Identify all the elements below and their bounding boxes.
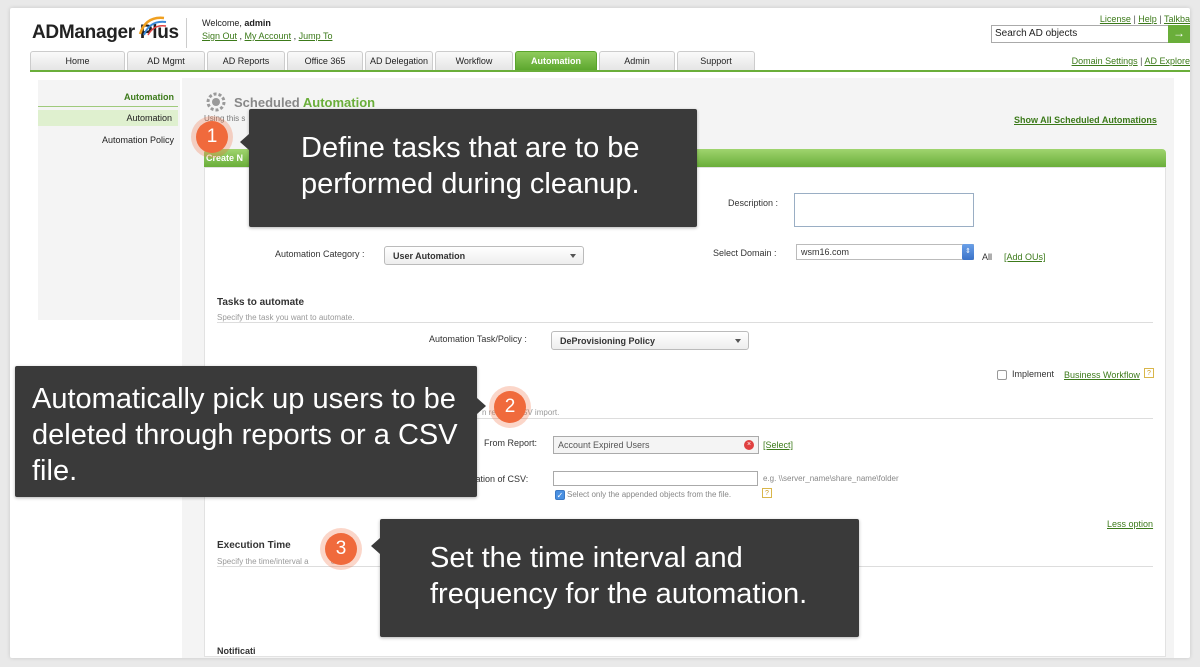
description-label: Description :: [728, 198, 779, 208]
license-link[interactable]: License: [1100, 14, 1131, 24]
section-header-text: Create N: [206, 153, 244, 163]
sidebar: Automation Automation Automation Policy: [38, 80, 180, 320]
tab-ad-reports[interactable]: AD Reports: [207, 51, 285, 71]
description-field[interactable]: [794, 193, 974, 227]
notification-title: Notificati: [217, 646, 256, 656]
domain-select[interactable]: wsm16.com ⇕: [796, 244, 974, 260]
callout-text: Automatically pick up users to be delete…: [32, 383, 458, 487]
tasks-title: Tasks to automate: [217, 297, 305, 308]
logo-swoosh-icon: [138, 16, 167, 36]
search-input[interactable]: Search AD objects: [991, 25, 1169, 43]
category-label: Automation Category :: [275, 249, 365, 259]
tab-automation[interactable]: Automation: [515, 51, 597, 71]
from-report-label: From Report:: [484, 438, 538, 448]
callout-pointer: [240, 134, 249, 150]
callout-pointer: [371, 538, 380, 554]
top-links: License | Help | Talkba: [1099, 14, 1190, 24]
gear-icon: [206, 92, 226, 112]
execution-time-subtitle: Specify the time/interval a e ta: [217, 557, 344, 566]
appended-objects-label: Select only the appended objects from th…: [567, 490, 732, 499]
divider: [217, 322, 1153, 323]
user-links: Sign Out , My Account , Jump To: [202, 31, 333, 41]
tab-home[interactable]: Home: [30, 51, 125, 71]
task-policy-select[interactable]: DeProvisioning Policy: [551, 331, 749, 350]
task-policy-label: Automation Task/Policy :: [429, 334, 527, 344]
business-workflow-link[interactable]: Business Workflow: [1064, 370, 1140, 380]
callout-text: Set the time interval and frequency for …: [430, 542, 808, 610]
sign-out-link[interactable]: Sign Out: [202, 31, 237, 41]
category-select[interactable]: User Automation: [384, 246, 584, 265]
implement-workflow-checkbox[interactable]: [997, 370, 1007, 380]
clear-icon[interactable]: ×: [744, 440, 754, 450]
callout-execution-time: Set the time interval and frequency for …: [371, 519, 859, 637]
execution-time-title: Execution Time: [217, 540, 291, 551]
tab-ad-delegation[interactable]: AD Delegation: [365, 51, 433, 71]
callout-define-tasks: Define tasks that are to be performed du…: [240, 109, 697, 227]
help-icon[interactable]: ?: [762, 488, 772, 498]
add-ous-link[interactable]: [Add OUs]: [1004, 252, 1046, 262]
sidebar-heading: Automation: [124, 92, 174, 102]
callout-pointer: [477, 398, 486, 414]
sidebar-item-automation-policy[interactable]: Automation Policy: [102, 135, 174, 145]
appended-objects-checkbox[interactable]: ✓: [555, 490, 565, 500]
implement-label: Implement: [1012, 369, 1055, 379]
less-option-link[interactable]: Less option: [1107, 519, 1153, 529]
nav-underline: [30, 70, 1190, 72]
page-title: Scheduled Automation: [234, 95, 376, 110]
username: admin: [244, 18, 271, 28]
callout-pick-up-users: Automatically pick up users to be delete…: [15, 366, 486, 497]
help-icon[interactable]: ?: [1144, 368, 1154, 378]
welcome-text: Welcome, admin: [202, 18, 271, 28]
header-divider: [186, 18, 187, 48]
callout-badge: 1: [196, 121, 228, 153]
domain-all-text: All: [982, 252, 993, 262]
report-input[interactable]: Account Expired Users ×: [553, 436, 759, 454]
domain-settings-link[interactable]: Domain Settings: [1072, 56, 1138, 66]
tab-support[interactable]: Support: [677, 51, 755, 71]
jump-to-link[interactable]: Jump To: [299, 31, 333, 41]
tab-ad-mgmt[interactable]: AD Mgmt: [127, 51, 205, 71]
select-report-link[interactable]: [Select]: [763, 440, 793, 450]
chevron-down-icon: [735, 339, 741, 343]
chevron-down-icon: [570, 254, 576, 258]
search-go-icon[interactable]: →: [1168, 25, 1190, 43]
my-account-link[interactable]: My Account: [245, 31, 292, 41]
callout-text: Define tasks that are to be performed du…: [301, 132, 640, 200]
csv-hint: e.g. \\server_name\share_name\folder: [763, 474, 899, 483]
sidebar-item-automation[interactable]: Automation: [38, 110, 178, 126]
tab-office-365[interactable]: Office 365: [287, 51, 363, 71]
show-all-automations-link[interactable]: Show All Scheduled Automations: [1014, 115, 1157, 125]
help-link[interactable]: Help: [1138, 14, 1157, 24]
tab-workflow[interactable]: Workflow: [435, 51, 513, 71]
divider: [470, 418, 1153, 419]
updown-icon[interactable]: ⇕: [962, 244, 974, 260]
callout-badge: 3: [325, 533, 357, 565]
domain-label: Select Domain :: [713, 248, 777, 258]
tab-admin[interactable]: Admin: [599, 51, 675, 71]
sub-links: Domain Settings | AD Explore: [1071, 56, 1190, 66]
callout-badge: 2: [494, 391, 526, 423]
ad-explorer-link[interactable]: AD Explore: [1144, 56, 1190, 66]
talkback-link[interactable]: Talkba: [1164, 14, 1190, 24]
tasks-subtitle: Specify the task you want to automate.: [217, 313, 355, 322]
csv-location-input[interactable]: [553, 471, 758, 486]
sidebar-divider: [38, 106, 178, 107]
